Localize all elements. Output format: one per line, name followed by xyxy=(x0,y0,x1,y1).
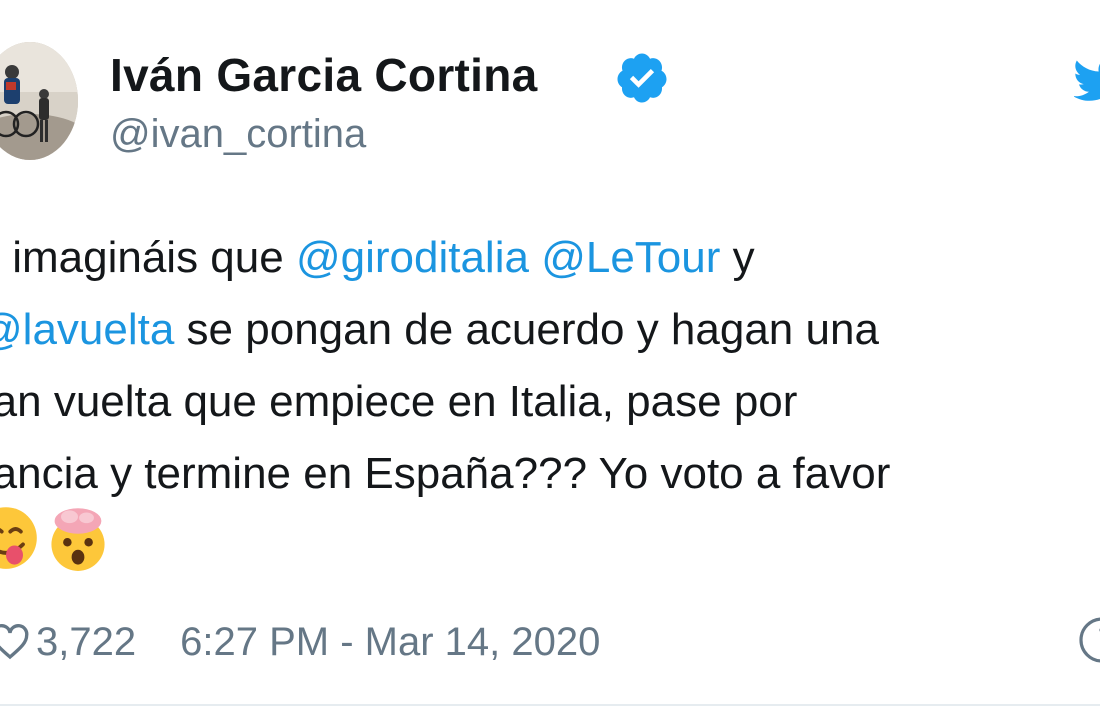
verified-badge-icon xyxy=(617,53,667,103)
mention-link-lavuelta[interactable]: @lavuelta xyxy=(0,305,174,354)
like-count[interactable]: 3,722 xyxy=(36,620,136,665)
avatar[interactable] xyxy=(0,42,78,160)
tweet-text-segment: se pongan de acuerdo y hagan una xyxy=(174,305,879,354)
mention-link-letour[interactable]: @LeTour xyxy=(541,233,720,282)
emoji-row xyxy=(0,504,112,572)
tweet-text-line: @lavuelta se pongan de acuerdo y hagan u… xyxy=(0,294,1100,366)
tweet-text-line: rancia y termine en España??? Yo voto a … xyxy=(0,438,1100,510)
exploding-head-emoji xyxy=(51,508,106,571)
tweet-meta-row: 3,722 6:27 PM - Mar 14, 2020 xyxy=(0,612,600,672)
tweet-timestamp[interactable]: 6:27 PM - Mar 14, 2020 xyxy=(180,620,600,665)
face-savoring-food-emoji xyxy=(0,507,37,569)
author-handle[interactable]: @ivan_cortina xyxy=(110,112,366,157)
tweet-text-segment: s imagináis que xyxy=(0,233,296,282)
info-icon[interactable] xyxy=(1078,616,1100,664)
tweet-text-line: ran vuelta que empiece en Italia, pase p… xyxy=(0,366,1100,438)
tweet-card: Iván Garcia Cortina @ivan_cortina s imag… xyxy=(0,0,1100,710)
tweet-text-segment: y xyxy=(720,233,755,282)
heart-icon[interactable] xyxy=(0,622,30,662)
tweet-text-segment: rancia y termine en España??? Yo voto a … xyxy=(0,449,891,498)
twitter-bird-icon[interactable] xyxy=(1074,58,1100,102)
divider xyxy=(0,704,1100,706)
tweet-text: s imagináis que @giroditalia @LeTour y @… xyxy=(0,222,1100,510)
tweet-text-line: s imagináis que @giroditalia @LeTour y xyxy=(0,222,1100,294)
tweet-text-segment xyxy=(529,233,541,282)
author-display-name[interactable]: Iván Garcia Cortina xyxy=(110,48,538,102)
tweet-text-segment: ran vuelta que empiece en Italia, pase p… xyxy=(0,377,798,426)
mention-link-giroditalia[interactable]: @giroditalia xyxy=(296,233,529,282)
